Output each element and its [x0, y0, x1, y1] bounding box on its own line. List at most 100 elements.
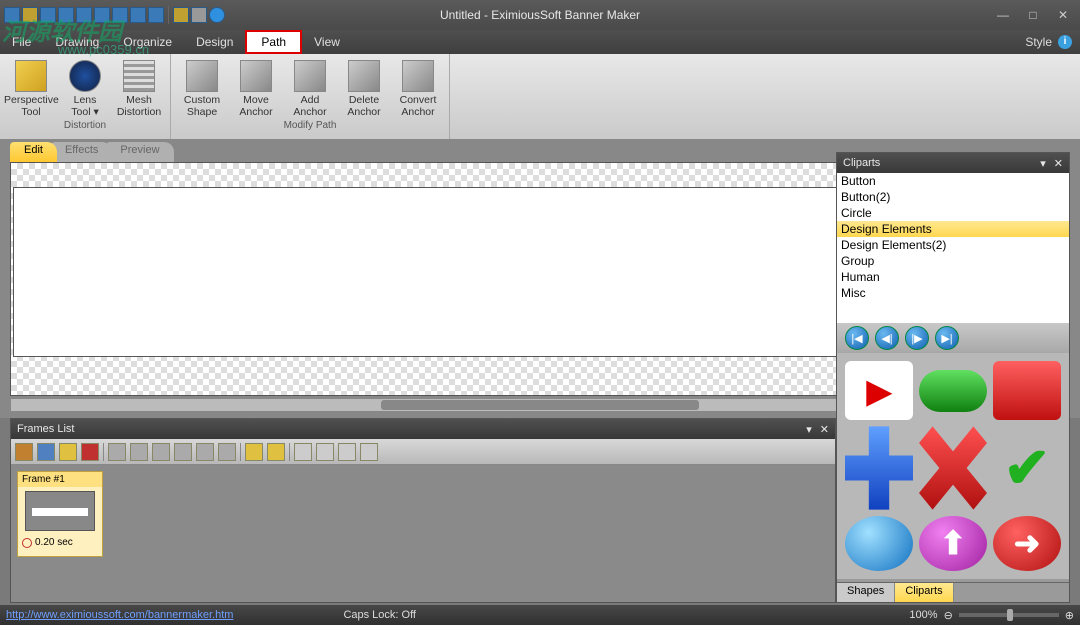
zoom-in-icon[interactable]: ⊕ — [1065, 609, 1074, 622]
frame-globe-icon[interactable] — [245, 443, 263, 461]
frame-tool4-icon[interactable] — [174, 443, 192, 461]
frame-item-1[interactable]: Frame #1 0.20 sec — [17, 471, 103, 557]
close-panel-icon[interactable]: ✕ — [820, 423, 829, 436]
pen-icon — [186, 60, 218, 92]
menu-design[interactable]: Design — [184, 30, 245, 54]
pin-icon[interactable]: ▾ — [1040, 157, 1046, 170]
frame-dup-icon[interactable] — [37, 443, 55, 461]
frame-next-icon[interactable] — [338, 443, 356, 461]
clipart-blue-ball[interactable] — [845, 516, 913, 571]
clipart-category-item[interactable]: Group — [837, 253, 1069, 269]
clock-icon — [22, 538, 32, 548]
frame-tool3-icon[interactable] — [152, 443, 170, 461]
qat-redo-icon[interactable] — [94, 7, 110, 23]
qat-paste-icon[interactable] — [148, 7, 164, 23]
tab-cliparts[interactable]: Cliparts — [895, 583, 953, 602]
clipart-green-pill[interactable] — [919, 370, 987, 412]
qat-separator — [168, 6, 169, 24]
maximize-button[interactable]: □ — [1024, 8, 1042, 22]
nav-next-icon[interactable]: |▶ — [905, 326, 929, 350]
convert-anchor-button[interactable]: Convert Anchor — [391, 56, 445, 120]
tab-edit[interactable]: Edit — [10, 142, 57, 162]
frame-copy-icon[interactable] — [59, 443, 77, 461]
qat-open-icon[interactable] — [22, 7, 38, 23]
qat-save-icon[interactable] — [40, 7, 56, 23]
ribbon-group-modify-path: Custom Shape Move Anchor Add Anchor Dele… — [171, 54, 450, 139]
cliparts-panel-header: Cliparts ▾ ✕ — [837, 153, 1069, 173]
frames-list-panel: Frames List ▾ ✕ Frame #1 0.20 sec — [10, 418, 836, 603]
frame-delete-icon[interactable] — [81, 443, 99, 461]
frames-panel-header: Frames List ▾ ✕ — [11, 419, 835, 439]
move-anchor-icon — [240, 60, 272, 92]
qat-help-icon[interactable] — [209, 7, 225, 23]
convert-anchor-icon — [402, 60, 434, 92]
clipart-category-item[interactable]: Misc — [837, 285, 1069, 301]
tab-shapes[interactable]: Shapes — [837, 583, 895, 602]
tab-preview[interactable]: Preview — [106, 142, 173, 162]
clipart-red-square[interactable] — [993, 361, 1061, 420]
qat-clip-icon[interactable] — [173, 7, 189, 23]
clipart-green-check[interactable]: ✔ — [993, 426, 1061, 509]
frame-tool6-icon[interactable] — [218, 443, 236, 461]
qat-print-icon[interactable] — [112, 7, 128, 23]
menu-file[interactable]: File — [0, 30, 43, 54]
clipart-category-item[interactable]: Button — [837, 173, 1069, 189]
qat-copy-icon[interactable] — [130, 7, 146, 23]
custom-shape-button[interactable]: Custom Shape — [175, 56, 229, 120]
clipart-category-item[interactable]: Button(2) — [837, 189, 1069, 205]
close-button[interactable]: ✕ — [1054, 8, 1072, 22]
nav-last-icon[interactable]: ▶| — [935, 326, 959, 350]
zoom-slider[interactable] — [959, 613, 1059, 617]
frames-panel-title: Frames List — [17, 423, 74, 435]
clipart-category-item[interactable]: Circle — [837, 205, 1069, 221]
ribbon-label-modify-path: Modify Path — [175, 120, 445, 133]
info-icon[interactable]: i — [1058, 35, 1072, 49]
menu-view[interactable]: View — [302, 30, 352, 54]
qat-export-icon[interactable] — [58, 7, 74, 23]
frame-tool2-icon[interactable] — [130, 443, 148, 461]
lens-icon — [69, 60, 101, 92]
clipart-blue-plus[interactable] — [845, 426, 913, 509]
toolbar-separator — [103, 443, 104, 461]
titlebar: Untitled - EximiousSoft Banner Maker — □… — [0, 0, 1080, 30]
qat-cart-icon[interactable] — [191, 7, 207, 23]
tab-effects[interactable]: Effects — [51, 142, 112, 162]
zoom-out-icon[interactable]: ⊖ — [944, 609, 953, 622]
add-anchor-button[interactable]: Add Anchor — [283, 56, 337, 120]
scrollbar-thumb[interactable] — [381, 400, 698, 410]
frame-add-icon[interactable] — [15, 443, 33, 461]
move-anchor-button[interactable]: Move Anchor — [229, 56, 283, 120]
clipart-category-item[interactable]: Design Elements(2) — [837, 237, 1069, 253]
nav-first-icon[interactable]: |◀ — [845, 326, 869, 350]
clipart-play-icon[interactable]: ▶ — [845, 361, 913, 420]
qat-new-icon[interactable] — [4, 7, 20, 23]
menu-path[interactable]: Path — [245, 30, 302, 54]
frame-prev-icon[interactable] — [316, 443, 334, 461]
cliparts-nav: |◀ ◀| |▶ ▶| — [837, 323, 1069, 353]
close-panel-icon[interactable]: ✕ — [1054, 157, 1063, 170]
cliparts-list[interactable]: ButtonButton(2)CircleDesign ElementsDesi… — [837, 173, 1069, 323]
status-link[interactable]: http://www.eximioussoft.com/bannermaker.… — [6, 609, 233, 621]
qat-undo-icon[interactable] — [76, 7, 92, 23]
frame-first-icon[interactable] — [294, 443, 312, 461]
clipart-category-item[interactable]: Human — [837, 269, 1069, 285]
clipart-magenta-up[interactable]: ⬆ — [919, 516, 987, 571]
clipart-red-x[interactable] — [919, 426, 987, 509]
frame-last-icon[interactable] — [360, 443, 378, 461]
minimize-button[interactable]: — — [994, 8, 1012, 22]
window-title: Untitled - EximiousSoft Banner Maker — [440, 8, 640, 22]
clipart-red-arrow[interactable]: ➜ — [993, 516, 1061, 571]
lens-tool-button[interactable]: Lens Tool ▾ — [58, 56, 112, 120]
perspective-tool-button[interactable]: Perspective Tool — [4, 56, 58, 120]
pin-icon[interactable]: ▾ — [806, 423, 812, 436]
menu-style-link[interactable]: Style — [1025, 35, 1052, 49]
frame-tool-icon[interactable] — [108, 443, 126, 461]
cliparts-panel: Cliparts ▾ ✕ ButtonButton(2)CircleDesign… — [836, 152, 1070, 603]
frame-tool5-icon[interactable] — [196, 443, 214, 461]
nav-prev-icon[interactable]: ◀| — [875, 326, 899, 350]
quick-access-toolbar — [0, 4, 229, 26]
clipart-category-item[interactable]: Design Elements — [837, 221, 1069, 237]
mesh-distortion-button[interactable]: Mesh Distortion — [112, 56, 166, 120]
frame-time-icon[interactable] — [267, 443, 285, 461]
delete-anchor-button[interactable]: Delete Anchor — [337, 56, 391, 120]
